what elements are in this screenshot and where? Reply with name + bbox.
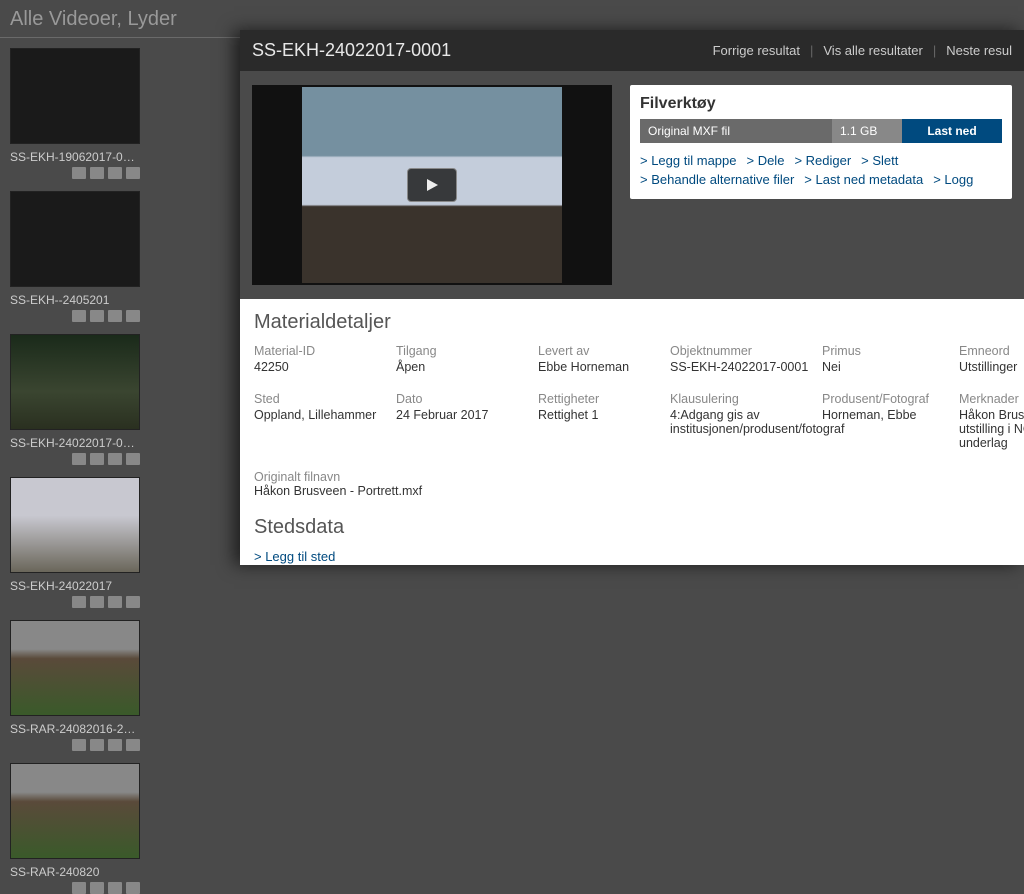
grid-label: SS-EKH-24022017-0002 — [10, 436, 140, 450]
play-icon — [424, 177, 440, 193]
detail-rights: RettigheterRettighet 1 — [538, 392, 658, 450]
prev-result-link[interactable]: Forrige resultat — [713, 43, 800, 58]
grid-item[interactable]: SS-RAR-24082016-2212 — [10, 620, 140, 751]
thumbnail[interactable] — [10, 620, 140, 716]
grid-item[interactable]: SS-EKH--2405201 — [10, 191, 140, 322]
grid-item[interactable]: SS-EKH-24022017 — [10, 477, 140, 608]
tool-link-log[interactable]: > Logg — [933, 172, 973, 187]
detail-date: Dato24 Februar 2017 — [396, 392, 526, 450]
all-results-link[interactable]: Vis alle resultater — [823, 43, 922, 58]
tool-link-download-meta[interactable]: > Last ned metadata — [804, 172, 923, 187]
nav-separator: | — [810, 43, 813, 58]
item-action-icons[interactable] — [10, 453, 140, 465]
item-action-icons[interactable] — [10, 596, 140, 608]
nav-separator: | — [933, 43, 936, 58]
grid-label: SS-EKH-19062017-0001 — [10, 150, 140, 164]
file-tools-heading: Filverktøy — [640, 95, 1002, 113]
asset-grid: SS-EKH-19062017-0001 SS-EKH--2405201 SS-… — [0, 38, 240, 894]
detail-producer: Produsent/FotografHorneman, Ebbe — [822, 392, 947, 450]
thumbnail[interactable] — [10, 763, 140, 859]
tool-links: > Legg til mappe > Dele > Rediger > Slet… — [640, 153, 1002, 187]
tool-link-add-folder[interactable]: > Legg til mappe — [640, 153, 736, 168]
detail-access: TilgangÅpen — [396, 344, 526, 374]
material-details: Materialdetaljer Material-ID42250 Tilgan… — [240, 299, 1024, 504]
detail-body: Filverktøy Original MXF fil 1.1 GB Last … — [240, 71, 1024, 565]
detail-primus: PrimusNei — [822, 344, 947, 374]
thumbnail[interactable] — [10, 191, 140, 287]
item-action-icons[interactable] — [10, 167, 140, 179]
file-row: Original MXF fil 1.1 GB Last ned — [640, 119, 1002, 143]
tool-link-edit[interactable]: > Rediger — [794, 153, 851, 168]
result-nav: Forrige resultat | Vis alle resultater |… — [713, 43, 1012, 58]
detail-header: SS-EKH-24022017-0001 Forrige resultat | … — [240, 30, 1024, 71]
grid-label: SS-EKH-24022017 — [10, 579, 140, 593]
detail-notes: MerknaderHåkon Brusveen, utstilling i NO… — [959, 392, 1024, 450]
detail-grid: Material-ID42250 TilgangÅpen Levert avEb… — [254, 344, 1010, 450]
file-tools-panel: Filverktøy Original MXF fil 1.1 GB Last … — [630, 85, 1012, 199]
item-action-icons[interactable] — [10, 310, 140, 322]
add-place-link[interactable]: > Legg til sted — [254, 549, 1010, 564]
grid-item[interactable]: SS-EKH-24022017-0002 — [10, 334, 140, 465]
section-title: Stedsdata — [254, 516, 1010, 539]
file-size: 1.1 GB — [832, 119, 902, 143]
thumbnail[interactable] — [10, 334, 140, 430]
video-preview[interactable] — [252, 85, 612, 285]
grid-item[interactable]: SS-RAR-240820 — [10, 763, 140, 894]
detail-delivered-by: Levert avEbbe Horneman — [538, 344, 658, 374]
item-action-icons[interactable] — [10, 739, 140, 751]
detail-original-filename: Originalt filnavn Håkon Brusveen - Portr… — [254, 470, 1010, 498]
media-row: Filverktøy Original MXF fil 1.1 GB Last … — [240, 71, 1024, 299]
detail-title: SS-EKH-24022017-0001 — [252, 40, 451, 61]
grid-label: SS-RAR-240820 — [10, 865, 140, 879]
item-action-icons[interactable] — [10, 882, 140, 894]
download-button[interactable]: Last ned — [902, 119, 1002, 143]
section-title: Materialdetaljer — [254, 311, 1010, 334]
thumbnail[interactable] — [10, 48, 140, 144]
grid-item[interactable]: SS-EKH-19062017-0001 — [10, 48, 140, 179]
play-button[interactable] — [407, 168, 457, 202]
detail-panel: SS-EKH-24022017-0001 Forrige resultat | … — [240, 30, 1024, 565]
detail-object-number: ObjektnummerSS-EKH-24022017-0001 — [670, 344, 810, 374]
detail-keywords: EmneordUtstillinger — [959, 344, 1024, 374]
thumbnail[interactable] — [10, 477, 140, 573]
tool-link-share[interactable]: > Dele — [746, 153, 784, 168]
place-data-section: Stedsdata > Legg til sted — [240, 504, 1024, 565]
next-result-link[interactable]: Neste resul — [946, 43, 1012, 58]
grid-label: SS-RAR-24082016-2212 — [10, 722, 140, 736]
file-name: Original MXF fil — [640, 119, 832, 143]
tool-link-delete[interactable]: > Slett — [861, 153, 898, 168]
grid-label: SS-EKH--2405201 — [10, 293, 140, 307]
detail-place: StedOppland, Lillehammer — [254, 392, 384, 450]
tool-link-alt-files[interactable]: > Behandle alternative filer — [640, 172, 794, 187]
detail-clause: Klausulering4:Adgang gis av institusjone… — [670, 392, 810, 450]
detail-material-id: Material-ID42250 — [254, 344, 384, 374]
